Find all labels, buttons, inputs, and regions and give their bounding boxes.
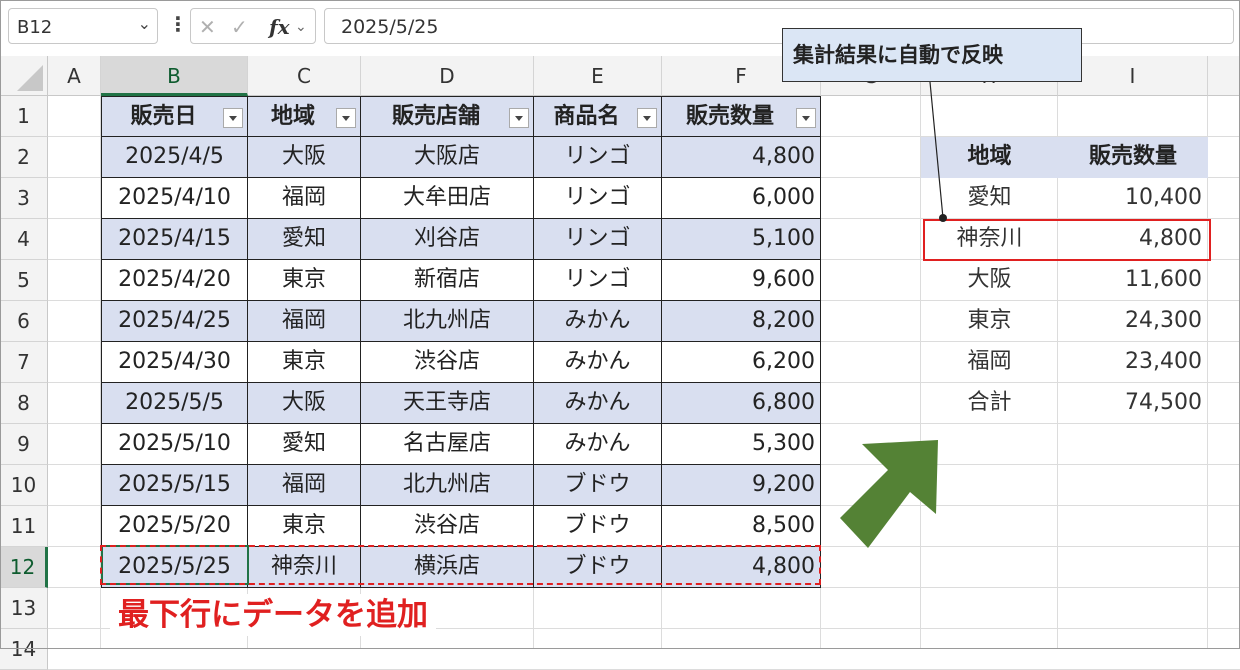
- screenshot-frame: [0, 0, 1240, 649]
